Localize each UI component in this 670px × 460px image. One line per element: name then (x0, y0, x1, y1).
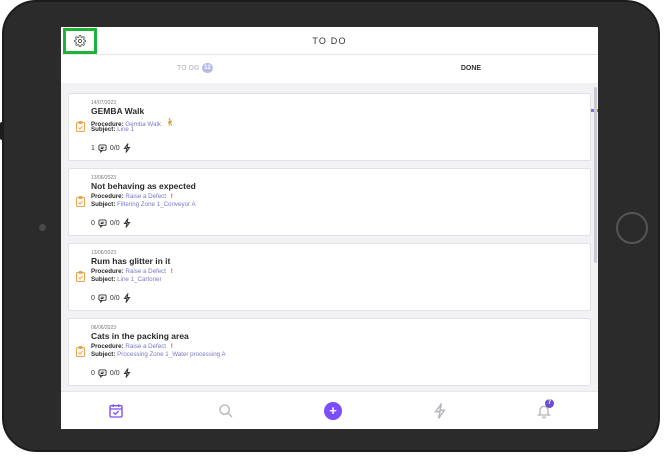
tab-done-label: DONE (460, 65, 482, 72)
subject-label: Subject: (91, 201, 116, 208)
search-icon[interactable] (218, 403, 234, 419)
todo-count-badge: 12 (202, 63, 213, 74)
subject-label: Subject: (91, 276, 116, 283)
card-procedure: Procedure: Raise a Defect ! (91, 343, 173, 350)
clipboard-check-icon (76, 271, 85, 282)
lightning-icon (123, 218, 131, 228)
procedure-label: Procedure: (91, 193, 124, 200)
comment-icon (98, 368, 107, 378)
app-screen: TO DO TO DO 12 DONE 14/07/2023 GEMBA Wal… (61, 27, 598, 429)
nav-notifications[interactable]: 7 (524, 392, 564, 429)
notification-badge: 7 (545, 399, 554, 408)
lightning-icon (123, 293, 131, 303)
subject-value: Line 1_Cartoner (117, 276, 162, 283)
comment-count: 0 (91, 294, 95, 302)
clipboard-check-icon (76, 196, 85, 207)
card-stats: 0 0/0 (91, 367, 134, 379)
lightning-icon (123, 143, 131, 153)
card-procedure: Procedure: Raise a Defect ! (91, 268, 173, 275)
task-card[interactable]: 13/06/2023 Rum has glitter in it Procedu… (68, 243, 591, 311)
nav-search[interactable] (206, 392, 246, 429)
comment-count: 0 (91, 369, 95, 377)
procedure-value: Raise a Defect (125, 268, 166, 275)
comment-count: 0 (91, 219, 95, 227)
subject-value: Processing Zone 1_Water processing A (117, 351, 226, 358)
home-button[interactable] (616, 212, 648, 244)
walker-icon (167, 118, 173, 126)
warning-icon: ! (170, 193, 173, 200)
tab-bar: TO DO 12 DONE (61, 55, 598, 112)
procedure-value: Raise a Defect (125, 193, 166, 200)
card-title: Cats in the packing area (91, 331, 189, 341)
procedure-label: Procedure: (91, 343, 124, 350)
action-count: 0/0 (109, 369, 120, 377)
subject-value: Filtering Zone 1_Conveyor A (117, 201, 196, 208)
card-subject: Subject: Processing Zone 1_Water process… (91, 351, 226, 358)
card-title: GEMBA Walk (91, 106, 145, 116)
subject-value: Line 1 (117, 126, 135, 133)
comment-icon (98, 143, 107, 153)
tab-todo[interactable]: TO DO 12 (61, 55, 329, 83)
comment-icon (98, 218, 107, 228)
subject-label: Subject: (91, 351, 116, 358)
tab-done[interactable]: DONE (337, 55, 598, 83)
list-scrollbar[interactable] (594, 87, 597, 263)
procedure-value: Raise a Defect (125, 343, 166, 350)
task-card[interactable]: 14/07/2023 GEMBA Walk Procedure: Gemba W… (68, 93, 591, 161)
card-stats: 1 0/0 (91, 142, 134, 154)
task-card[interactable]: 06/06/2023 Cats in the packing area Proc… (68, 318, 591, 386)
card-procedure: Procedure: Raise a Defect ! (91, 193, 173, 200)
card-title: Not behaving as expected (91, 181, 196, 191)
procedure-label: Procedure: (91, 268, 124, 275)
card-subject: Subject: Line 1 (91, 126, 134, 133)
gear-icon[interactable] (74, 35, 86, 47)
card-subject: Subject: Filtering Zone 1_Conveyor A (91, 201, 196, 208)
card-title: Rum has glitter in it (91, 256, 171, 266)
task-card[interactable]: 13/06/2023 Not behaving as expected Proc… (68, 168, 591, 236)
calendar-check-icon[interactable] (108, 403, 124, 419)
warning-icon: ! (170, 343, 173, 350)
top-bar: TO DO (61, 27, 598, 55)
nav-add[interactable]: + (313, 392, 353, 429)
clipboard-check-icon (76, 121, 85, 132)
add-icon[interactable]: + (324, 402, 342, 420)
side-button (0, 122, 4, 140)
front-camera (39, 224, 46, 231)
warning-icon: ! (170, 268, 173, 275)
action-count: 0/0 (109, 294, 120, 302)
action-count: 0/0 (109, 144, 120, 152)
settings-button[interactable] (63, 28, 97, 54)
card-stats: 0 0/0 (91, 292, 134, 304)
action-count: 0/0 (109, 219, 120, 227)
comment-count: 1 (91, 144, 95, 152)
lightning-icon[interactable] (433, 403, 447, 419)
nav-actions[interactable] (420, 392, 460, 429)
card-subject: Subject: Line 1_Cartoner (91, 276, 162, 283)
nav-calendar[interactable] (96, 392, 136, 429)
clipboard-check-icon (76, 346, 85, 357)
card-stats: 0 0/0 (91, 217, 134, 229)
lightning-icon (123, 368, 131, 378)
subject-label: Subject: (91, 126, 116, 133)
bottom-nav: + 7 (61, 391, 598, 429)
task-list: 14/07/2023 GEMBA Walk Procedure: Gemba W… (61, 85, 598, 391)
tab-todo-label: TO DO (177, 65, 200, 72)
page-title: TO DO (312, 36, 347, 46)
comment-icon (98, 293, 107, 303)
